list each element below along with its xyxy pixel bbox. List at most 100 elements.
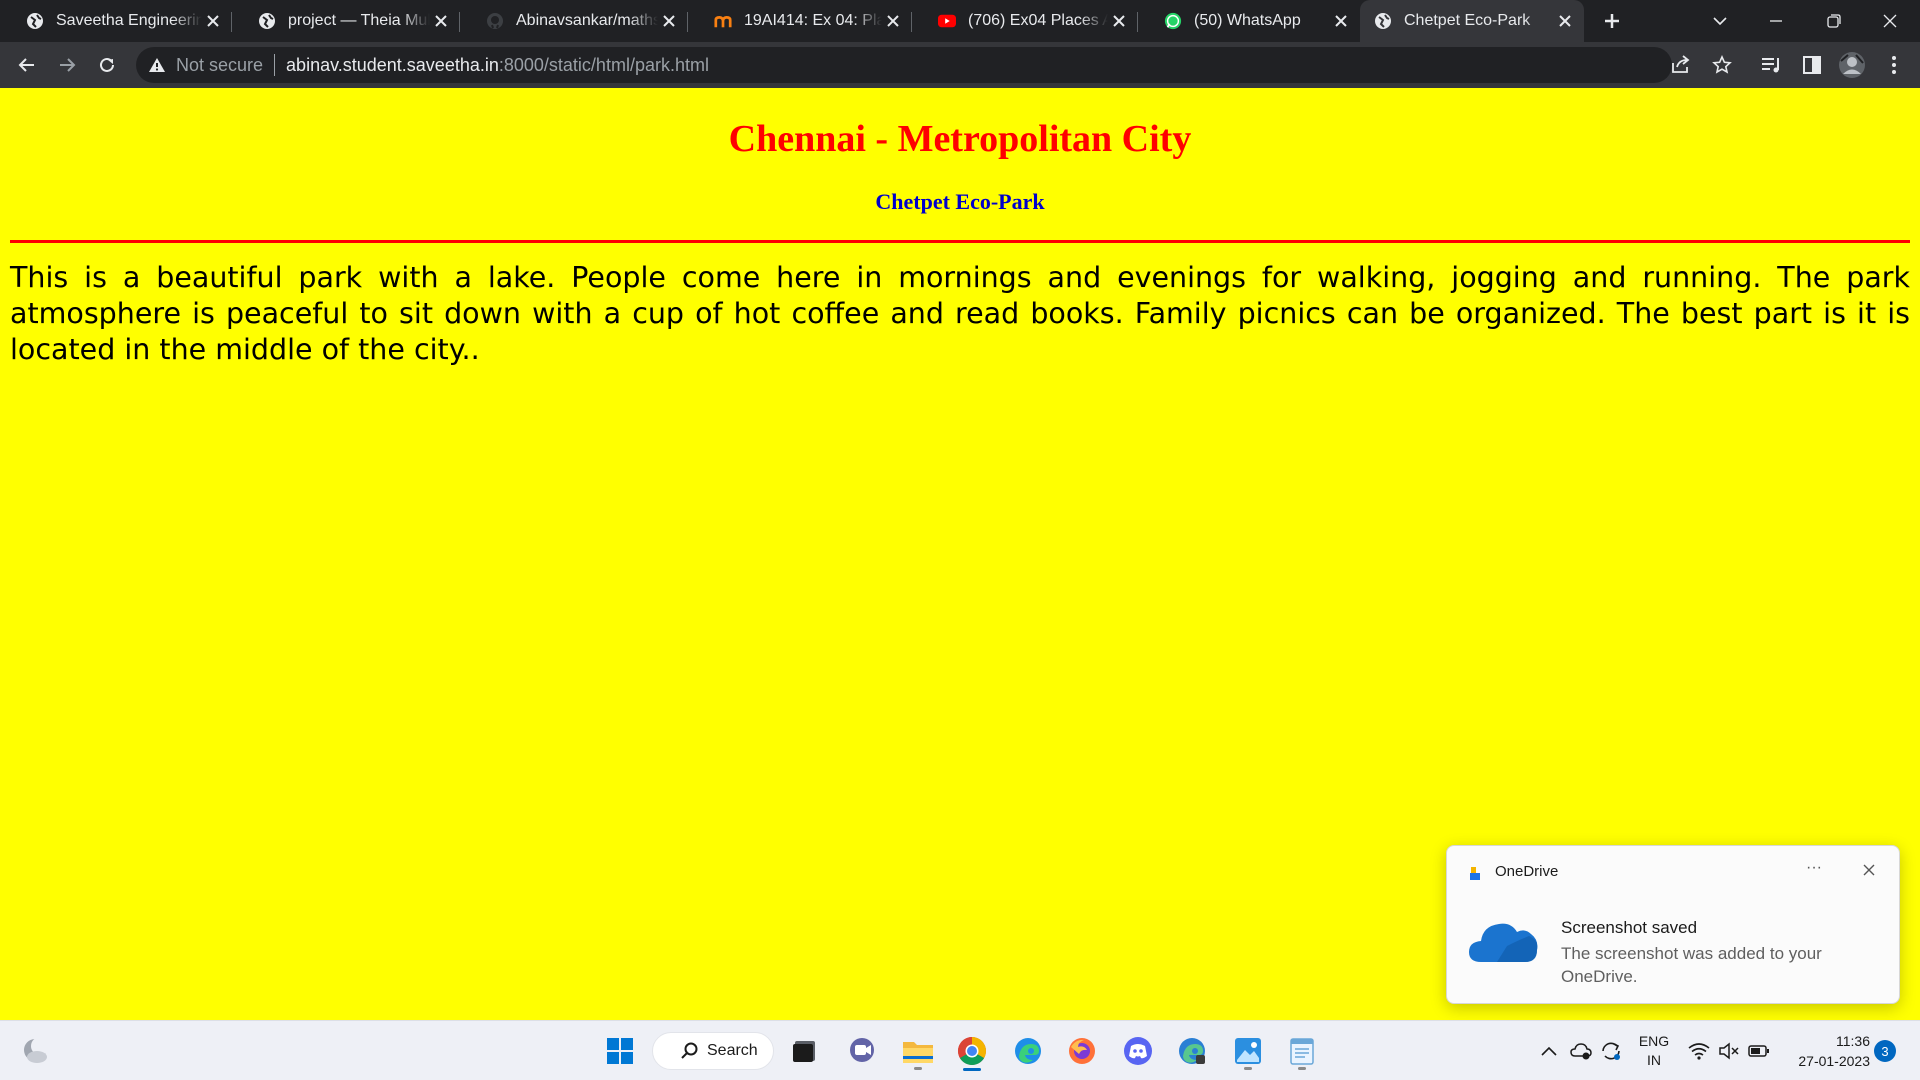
onedrive-tray-button[interactable] — [1570, 1040, 1592, 1062]
whatsapp-icon — [1164, 12, 1182, 30]
side-panel-icon — [1803, 56, 1821, 74]
back-button[interactable] — [11, 49, 43, 81]
battery-icon — [1748, 1045, 1769, 1057]
close-tab-icon[interactable] — [430, 10, 452, 32]
tab-title: Chetpet Eco-Park — [1404, 12, 1531, 29]
photos-icon — [1235, 1038, 1261, 1064]
security-label[interactable]: Not secure — [176, 55, 263, 76]
onedrive-cloud-icon — [1467, 916, 1541, 966]
page-title: Chennai - Metropolitan City — [728, 118, 1192, 160]
wifi-button[interactable] — [1688, 1040, 1710, 1062]
windows-taskbar: Search ENG IN 11:36 27-01-2023 3 — [0, 1020, 1920, 1080]
close-tab-icon[interactable] — [882, 10, 904, 32]
share-icon[interactable] — [1670, 55, 1692, 79]
photos-button[interactable] — [1228, 1031, 1268, 1071]
tab-title: (50) WhatsApp — [1194, 12, 1301, 29]
file-explorer-icon — [903, 1042, 933, 1063]
moon-cloud-icon — [24, 1037, 49, 1063]
battery-button[interactable] — [1748, 1040, 1770, 1062]
url-host: abinav.student.saveetha.in — [286, 54, 499, 75]
input-language-indicator[interactable]: ENG IN — [1636, 1032, 1672, 1070]
chrome-button[interactable] — [952, 1031, 992, 1071]
globe-icon — [1374, 12, 1392, 30]
close-tab-icon[interactable] — [202, 10, 224, 32]
profile-button[interactable] — [1836, 49, 1868, 81]
tab-project-theia[interactable]: project — Theia Multi — [232, 0, 460, 42]
tab-title: Saveetha Engineering — [56, 12, 202, 29]
side-panel-button[interactable] — [1796, 49, 1828, 81]
description-paragraph: This is a beautiful park with a lake. Pe… — [10, 261, 1910, 366]
address-bar[interactable]: Not secure abinav.student.saveetha.in:80… — [136, 47, 1732, 83]
avatar — [1839, 52, 1865, 78]
new-tab-button[interactable] — [1584, 0, 1640, 42]
close-tab-icon[interactable] — [1554, 10, 1576, 32]
page-subtitle: Chetpet Eco-Park — [875, 189, 1045, 214]
minimize-button[interactable] — [1748, 0, 1804, 42]
tab-title: (706) Ex04 Places Aro — [968, 12, 1108, 29]
wifi-icon — [1688, 1043, 1710, 1060]
close-tab-icon[interactable] — [1108, 10, 1130, 32]
chevron-up-icon — [1541, 1046, 1557, 1056]
reading-list-button[interactable] — [1756, 49, 1788, 81]
restore-icon — [1827, 14, 1841, 28]
close-window-button[interactable] — [1862, 0, 1918, 42]
notification-body: The screenshot was added to your OneDriv… — [1561, 944, 1822, 986]
search-icon — [681, 1042, 698, 1059]
edge-button[interactable] — [1008, 1031, 1048, 1071]
arrow-left-icon — [18, 58, 34, 72]
file-explorer-button[interactable] — [898, 1031, 938, 1071]
start-button[interactable] — [600, 1031, 640, 1071]
volume-muted-icon — [1719, 1042, 1739, 1060]
tab-whatsapp[interactable]: (50) WhatsApp — [1138, 0, 1360, 42]
onedrive-small-icon — [1469, 865, 1485, 881]
volume-button[interactable] — [1718, 1040, 1740, 1062]
browser-menu-button[interactable] — [1878, 49, 1910, 81]
notepad-icon — [1290, 1038, 1314, 1065]
edge-dev-icon — [1179, 1038, 1205, 1064]
globe-icon — [26, 12, 44, 30]
tab-moodle-ex04[interactable]: 19AI414: Ex 04: Places — [688, 0, 912, 42]
restore-button[interactable] — [1806, 0, 1862, 42]
browser-toolbar: Not secure abinav.student.saveetha.in:80… — [0, 42, 1920, 88]
forward-button[interactable] — [51, 49, 83, 81]
close-notification-button[interactable] — [1859, 860, 1879, 880]
notification-count-badge[interactable]: 3 — [1874, 1040, 1896, 1062]
onedrive-notification[interactable]: OneDrive ··· Screenshot saved The screen… — [1446, 845, 1900, 1004]
close-tab-icon[interactable] — [1330, 10, 1352, 32]
search-label: Search — [707, 1042, 758, 1059]
active-indicator — [963, 1068, 981, 1071]
clock[interactable]: 11:36 27-01-2023 — [1780, 1031, 1870, 1071]
arrow-right-icon — [60, 58, 76, 72]
bookmark-star-icon[interactable] — [1712, 55, 1732, 79]
taskbar-search[interactable]: Search — [652, 1032, 774, 1070]
weather-widget[interactable] — [16, 1031, 56, 1071]
show-hidden-icons-button[interactable] — [1538, 1040, 1560, 1062]
url-text[interactable]: Not secure abinav.student.saveetha.in:80… — [176, 47, 709, 83]
sync-tray-button[interactable] — [1600, 1040, 1622, 1062]
tab-saveetha-engineering[interactable]: Saveetha Engineering — [0, 0, 232, 42]
more-options-button[interactable]: ··· — [1801, 858, 1827, 882]
tab-chetpet-eco-park[interactable]: Chetpet Eco-Park — [1360, 0, 1584, 42]
media-queue-icon — [1762, 58, 1779, 73]
close-tab-icon[interactable] — [658, 10, 680, 32]
tab-title: Abinavsankar/mathse — [516, 12, 658, 29]
notepad-button[interactable] — [1282, 1031, 1322, 1071]
clock-time: 11:36 — [1836, 1033, 1870, 1049]
tab-youtube-ex04[interactable]: (706) Ex04 Places Aro — [912, 0, 1138, 42]
edge-dev-button[interactable] — [1172, 1031, 1212, 1071]
task-view-button[interactable] — [784, 1031, 824, 1071]
warning-icon[interactable] — [148, 56, 166, 78]
chrome-icon — [958, 1037, 986, 1065]
notification-title: Screenshot saved — [1561, 918, 1698, 937]
tab-search-button[interactable] — [1692, 0, 1748, 42]
teams-chat-button[interactable] — [842, 1031, 882, 1071]
discord-button[interactable] — [1118, 1031, 1158, 1071]
firefox-button[interactable] — [1062, 1031, 1102, 1071]
omnibox-divider — [274, 54, 276, 76]
tab-strip: Saveetha Engineering project — Theia Mul… — [0, 0, 1920, 42]
running-indicator — [1298, 1067, 1306, 1070]
chevron-down-icon — [1713, 17, 1727, 26]
tab-title: 19AI414: Ex 04: Places — [744, 12, 882, 29]
reload-button[interactable] — [91, 49, 123, 81]
tab-github-mathse[interactable]: Abinavsankar/mathse — [460, 0, 688, 42]
